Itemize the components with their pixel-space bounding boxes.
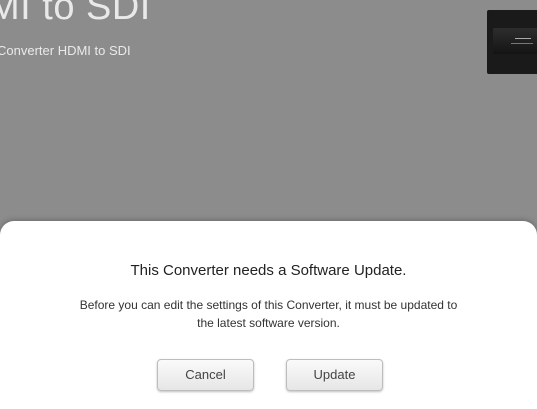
app-window: MI to SDI Converter HDMI to SDI This Con… xyxy=(0,0,537,409)
update-button[interactable]: Update xyxy=(286,359,383,391)
device-led-secondary xyxy=(511,43,533,44)
device-face xyxy=(493,28,537,54)
converter-device-icon xyxy=(487,10,537,74)
page-subtitle: Converter HDMI to SDI xyxy=(0,43,131,58)
dialog-title: This Converter needs a Software Update. xyxy=(130,262,407,279)
device-led xyxy=(515,38,531,39)
software-update-dialog: This Converter needs a Software Update. … xyxy=(0,221,537,409)
dialog-message-line-1: Before you can edit the settings of this… xyxy=(79,298,458,312)
page-title: MI to SDI xyxy=(0,0,151,28)
dialog-message: Before you can edit the settings of this… xyxy=(30,296,507,332)
cancel-button[interactable]: Cancel xyxy=(157,359,254,391)
dialog-message-line-2: the latest software version. xyxy=(197,316,340,330)
